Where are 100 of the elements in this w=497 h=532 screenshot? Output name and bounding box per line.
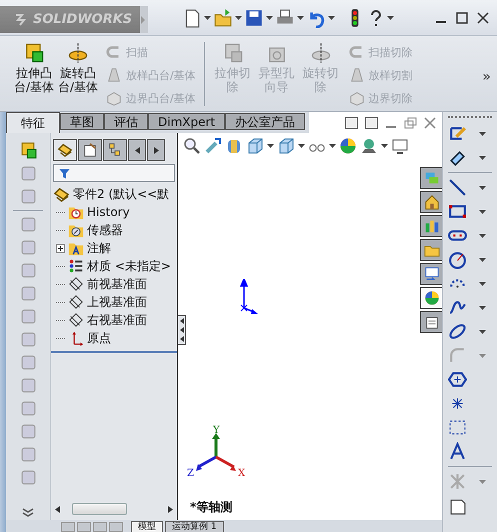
tree-item[interactable]: 零件2 (默认<<默 <box>53 185 177 203</box>
right-arrow-icon[interactable] <box>168 506 173 512</box>
hexagon-icon <box>348 90 365 106</box>
display-style-icon[interactable] <box>277 137 295 155</box>
ribbon-button[interactable]: 拉伸凸台/基体 <box>12 42 56 94</box>
view-orientation-icon[interactable] <box>246 137 264 155</box>
line-icon[interactable] <box>448 178 467 197</box>
save-icon[interactable] <box>244 8 264 28</box>
caret-icon[interactable] <box>267 144 274 148</box>
caret-icon[interactable] <box>479 210 486 214</box>
document-icon[interactable] <box>420 311 442 333</box>
tree-item[interactable]: 右视基准面 <box>53 311 177 329</box>
plane-icon <box>68 276 84 292</box>
hierarchy-icon <box>107 142 123 158</box>
caret-icon[interactable] <box>479 330 486 334</box>
left-arrow-icon[interactable] <box>55 506 60 512</box>
cube-icon <box>23 42 45 64</box>
text-a-icon[interactable] <box>448 442 467 461</box>
caret-icon[interactable] <box>381 144 388 148</box>
maximize-icon[interactable] <box>456 12 468 24</box>
tile-left-icon[interactable] <box>345 116 358 128</box>
circle-icon[interactable] <box>448 250 467 269</box>
sketch-pencil-icon[interactable] <box>448 124 467 143</box>
restore-icon[interactable] <box>404 116 417 128</box>
zoom-icon[interactable] <box>183 137 201 155</box>
caret-icon[interactable] <box>204 16 211 20</box>
scroll-right-button[interactable] <box>147 139 165 161</box>
tab[interactable]: 运动算例 1 <box>165 521 224 532</box>
tree-item[interactable]: 注解 <box>53 239 177 257</box>
caret-icon[interactable] <box>479 258 486 262</box>
scroll-left-button[interactable] <box>128 139 146 161</box>
property-tab[interactable] <box>78 139 102 161</box>
caret-icon[interactable] <box>328 16 335 20</box>
appearance-icon[interactable] <box>339 137 357 155</box>
double-chevron-icon[interactable] <box>22 508 34 518</box>
ribbon-button[interactable]: 旋转凸台/基体 <box>56 42 100 94</box>
caret-icon[interactable] <box>479 306 486 310</box>
tree-item[interactable]: 原点 <box>53 329 177 347</box>
left-arrow-icon <box>134 146 140 154</box>
close-icon[interactable] <box>477 12 489 24</box>
spline-icon[interactable] <box>448 298 467 317</box>
caret-icon[interactable] <box>235 16 242 20</box>
collapse-panel-handle[interactable] <box>178 315 186 345</box>
plane-icon <box>68 312 84 328</box>
part-icon <box>57 142 73 158</box>
trapezoid-icon <box>348 67 365 83</box>
feature-tree-tab[interactable] <box>53 139 77 161</box>
tree-item[interactable]: 传感器 <box>53 221 177 239</box>
origin-marker-icon <box>238 279 260 315</box>
section-view-icon[interactable] <box>225 137 243 155</box>
caret-icon[interactable] <box>266 16 273 20</box>
disc-icon <box>310 42 332 64</box>
previous-view-icon[interactable] <box>204 137 222 155</box>
tree-item[interactable]: 前视基准面 <box>53 275 177 293</box>
filter-field[interactable] <box>53 164 175 182</box>
expander[interactable] <box>56 244 65 252</box>
document-icon <box>82 142 98 158</box>
polygon-icon[interactable] <box>448 370 467 389</box>
open-folder-icon[interactable] <box>213 8 233 28</box>
part-icon <box>53 186 70 202</box>
tab[interactable]: 模型 <box>131 521 163 532</box>
caret-icon[interactable] <box>329 144 336 148</box>
tab[interactable]: DimXpert <box>148 113 226 130</box>
caret-icon[interactable] <box>479 186 486 190</box>
monitor-icon[interactable] <box>391 137 409 155</box>
more-tools-button[interactable]: » <box>480 68 493 84</box>
tree-item[interactable]: 材质 <未指定> <box>53 257 177 275</box>
caret-icon[interactable] <box>298 144 305 148</box>
view-name: *等轴测 <box>190 499 232 516</box>
speech-bubbles-icon[interactable] <box>420 167 442 189</box>
caret-icon[interactable] <box>387 16 394 20</box>
ellipse-icon[interactable] <box>448 322 467 341</box>
caret-icon[interactable] <box>479 282 486 286</box>
tab[interactable]: 草图 <box>60 113 104 130</box>
tab[interactable]: 评估 <box>104 113 148 130</box>
configuration-tab[interactable] <box>103 139 127 161</box>
view-palette-icon[interactable] <box>420 263 442 285</box>
feature-tool-icon[interactable] <box>18 141 38 160</box>
dashed-rectangle-icon[interactable] <box>448 418 467 437</box>
axis-triad-drawing: Y Z X <box>186 425 246 477</box>
horizontal-scrollbar[interactable] <box>55 502 173 516</box>
tab[interactable]: 办公室产品 <box>225 113 306 130</box>
tree-item[interactable]: History <box>53 203 177 221</box>
hexagon-icon <box>106 90 122 106</box>
caret-icon[interactable] <box>297 16 304 20</box>
rectangle-icon[interactable] <box>448 202 467 221</box>
house-icon[interactable] <box>420 191 442 213</box>
books-icon[interactable] <box>420 215 442 237</box>
app-logo: SOLIDWORKS <box>0 6 140 33</box>
tree-item[interactable]: 上视基准面 <box>53 293 177 311</box>
caret-icon[interactable] <box>479 156 486 160</box>
dimension-icon[interactable] <box>448 148 467 167</box>
scene-icon[interactable] <box>360 137 378 155</box>
folder-icon[interactable] <box>420 239 442 261</box>
tile-right-icon[interactable] <box>365 116 378 128</box>
right-arrow-icon <box>154 146 158 154</box>
caret-icon[interactable] <box>479 132 486 136</box>
tab[interactable]: 特征 <box>6 112 60 133</box>
plane-icon <box>68 294 84 310</box>
caret-icon[interactable] <box>479 234 486 238</box>
